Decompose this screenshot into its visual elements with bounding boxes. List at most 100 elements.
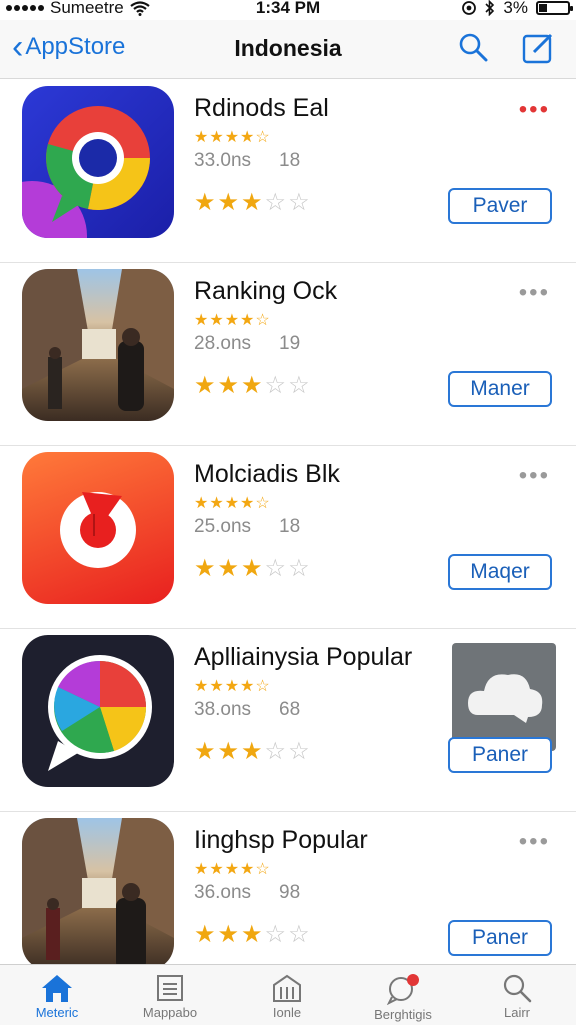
more-icon[interactable]: ••• xyxy=(519,96,550,124)
tab-ionle[interactable]: Ionle xyxy=(232,973,342,1020)
app-icon xyxy=(22,452,174,604)
app-name[interactable]: Iinghsp Popular xyxy=(194,826,368,855)
app-name[interactable]: Molciadis Blk xyxy=(194,460,340,489)
tab-label: Mappabo xyxy=(142,1005,198,1020)
star-empty-icon: ☆ xyxy=(288,372,312,399)
app-name[interactable]: Rdinods Eal xyxy=(194,94,329,123)
cloud-card[interactable] xyxy=(452,643,556,751)
star-filled-icon: ★ xyxy=(194,189,218,216)
get-button[interactable]: Maner xyxy=(448,371,552,407)
app-count: 18 xyxy=(279,516,301,537)
battery-icon xyxy=(536,1,573,15)
star-empty-icon: ☆ xyxy=(264,738,289,765)
app-count: 19 xyxy=(279,333,301,354)
star-empty-icon: ☆ xyxy=(264,555,289,582)
tab-bar: Meteric Mappabo Ionle Berghtigis Lairr xyxy=(0,964,576,1025)
app-size: 28.ons xyxy=(194,333,252,354)
battery-percent: 3% xyxy=(503,0,528,17)
app-meta: 36.ons 98 xyxy=(194,882,300,904)
star-empty-icon: ☆ xyxy=(288,921,312,948)
lock-rotation-icon xyxy=(462,1,477,15)
tab-label: Lairr xyxy=(503,1005,530,1020)
tab-label: Meteric xyxy=(35,1005,79,1020)
tab-meteric[interactable]: Meteric xyxy=(2,973,112,1020)
list-item[interactable]: Aplliainysia Popular ★★★★☆ 38.ons 68 ★★★☆… xyxy=(0,629,576,812)
star-rating: ★★★☆☆ xyxy=(194,188,312,217)
app-count: 98 xyxy=(279,882,301,903)
tab-lairr[interactable]: Lairr xyxy=(462,973,572,1020)
star-filled-icon: ★ xyxy=(241,189,265,216)
star-filled-icon: ★ xyxy=(241,372,265,399)
building-icon xyxy=(273,974,301,1002)
star-filled-icon: ★ xyxy=(217,555,242,582)
small-rating: ★★★★☆ xyxy=(194,861,271,878)
app-size: 25.ons xyxy=(194,516,252,537)
star-filled-icon: ★ xyxy=(217,189,242,216)
star-empty-icon: ☆ xyxy=(288,555,312,582)
search-icon xyxy=(503,974,532,1003)
app-name[interactable]: Aplliainysia Popular xyxy=(194,643,412,672)
star-empty-icon: ☆ xyxy=(288,738,312,765)
status-right: 3% xyxy=(461,0,573,18)
app-name[interactable]: Ranking Ock xyxy=(194,277,337,306)
compose-icon[interactable] xyxy=(522,32,554,64)
small-rating: ★★★★☆ xyxy=(194,129,271,146)
navigation-bar: ‹ AppStore Indonesia xyxy=(0,20,576,79)
get-button[interactable]: Paner xyxy=(448,920,552,956)
star-filled-icon: ★ xyxy=(194,555,218,582)
tab-label: Berghtigis xyxy=(374,1007,432,1022)
app-meta: 38.ons 68 xyxy=(194,699,300,721)
more-icon[interactable]: ••• xyxy=(519,462,550,490)
nav-actions xyxy=(458,32,554,64)
star-filled-icon: ★ xyxy=(241,738,265,765)
app-meta: 25.ons 18 xyxy=(194,516,300,538)
star-empty-icon: ☆ xyxy=(264,372,289,399)
star-empty-icon: ☆ xyxy=(288,189,312,216)
app-size: 33.0ns xyxy=(194,150,252,171)
more-icon[interactable]: ••• xyxy=(519,279,550,307)
list-item[interactable]: Ranking Ock ★★★★☆ 28.ons 19 ★★★☆☆ ••• Man… xyxy=(0,263,576,446)
tab-label: Ionle xyxy=(272,1005,302,1020)
get-button[interactable]: Paner xyxy=(448,737,552,773)
star-filled-icon: ★ xyxy=(217,738,242,765)
app-icon xyxy=(22,635,174,787)
app-size: 38.ons xyxy=(194,699,252,720)
list-icon xyxy=(157,975,183,1001)
star-filled-icon: ★ xyxy=(194,372,218,399)
search-icon[interactable] xyxy=(458,32,488,62)
list-item[interactable]: Rdinods Eal ★★★★☆ 33.0ns 18 ★★★☆☆ ••• Pav… xyxy=(0,80,576,263)
star-rating: ★★★☆☆ xyxy=(194,371,312,400)
status-bar: Sumeetre 1:34 PM 3% xyxy=(0,0,576,20)
star-filled-icon: ★ xyxy=(241,921,265,948)
app-size: 36.ons xyxy=(194,882,252,903)
star-filled-icon: ★ xyxy=(194,738,218,765)
app-meta: 33.0ns 18 xyxy=(194,150,300,172)
app-count: 68 xyxy=(279,699,301,720)
small-rating: ★★★★☆ xyxy=(194,678,271,695)
app-icon xyxy=(22,818,174,970)
list-item[interactable]: Molciadis Blk ★★★★☆ 25.ons 18 ★★★☆☆ ••• M… xyxy=(0,446,576,629)
cloud-icon xyxy=(468,674,543,723)
star-rating: ★★★☆☆ xyxy=(194,920,312,949)
star-rating: ★★★☆☆ xyxy=(194,554,312,583)
get-button[interactable]: Paver xyxy=(448,188,552,224)
bluetooth-icon xyxy=(485,0,495,16)
app-list: Rdinods Eal ★★★★☆ 33.0ns 18 ★★★☆☆ ••• Pav… xyxy=(0,80,576,994)
home-icon xyxy=(42,975,72,1002)
app-count: 18 xyxy=(279,150,301,171)
star-rating: ★★★☆☆ xyxy=(194,737,312,766)
star-empty-icon: ☆ xyxy=(264,921,289,948)
tab-mappabo[interactable]: Mappabo xyxy=(115,973,225,1020)
get-button[interactable]: Maqer xyxy=(448,554,552,590)
more-icon[interactable]: ••• xyxy=(519,828,550,856)
small-rating: ★★★★☆ xyxy=(194,495,271,512)
app-icon xyxy=(22,86,174,238)
bubble-icon xyxy=(386,974,419,1005)
star-filled-icon: ★ xyxy=(241,555,265,582)
star-filled-icon: ★ xyxy=(194,921,218,948)
tab-berghtigis[interactable]: Berghtigis xyxy=(348,973,458,1022)
star-empty-icon: ☆ xyxy=(264,189,289,216)
app-icon xyxy=(22,269,174,421)
app-meta: 28.ons 19 xyxy=(194,333,300,355)
small-rating: ★★★★☆ xyxy=(194,312,271,329)
